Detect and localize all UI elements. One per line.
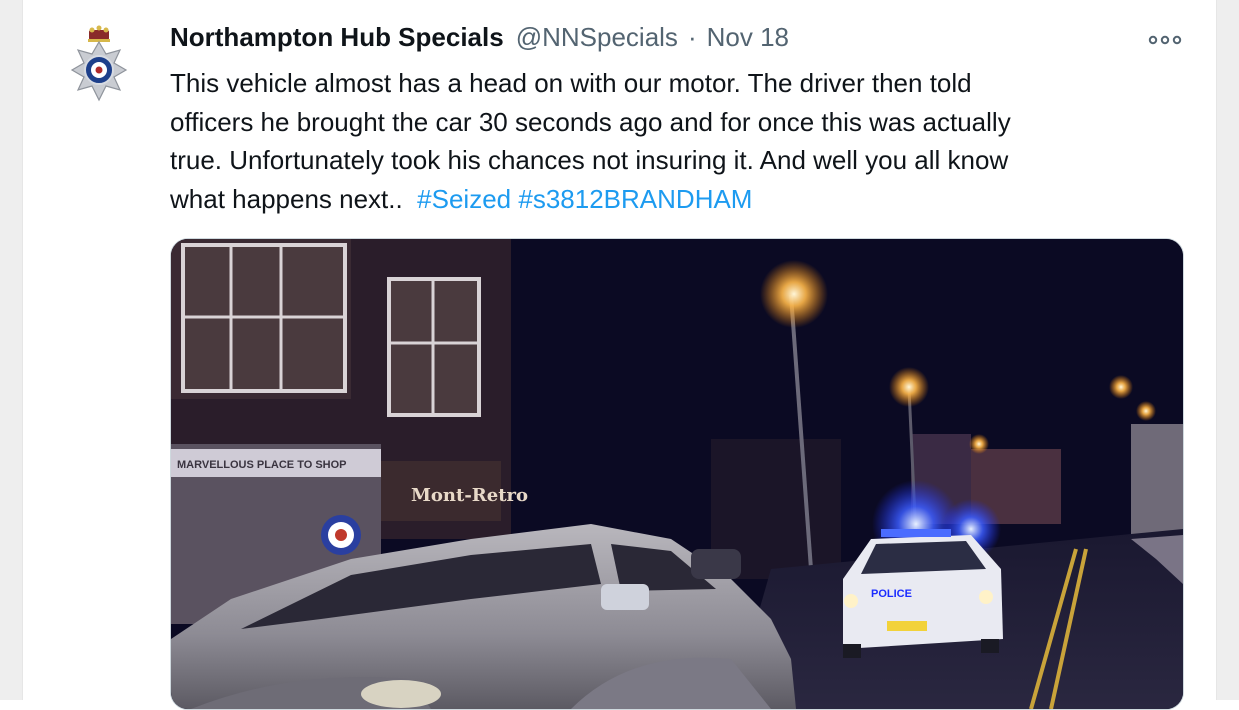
avatar[interactable] [62,24,136,108]
street-light [1136,401,1156,421]
tweet-text-line: true. Unfortunately took his chances not… [170,145,1009,175]
headlight [361,680,441,708]
street-light [889,367,929,407]
police-badge-icon [70,25,128,102]
tweet-text-last-line: what happens next.. #Seized #s3812BRANDH… [170,180,1170,219]
tweet-date[interactable]: Nov 18 [707,22,789,53]
author-handle[interactable]: @NNSpecials [516,22,678,53]
more-options-button[interactable] [1146,30,1184,50]
shop-sign-text: MARVELLOUS PLACE TO SHOP [177,459,347,471]
author-display-name[interactable]: Northampton Hub Specials [170,22,504,53]
hashtag-seized[interactable]: #Seized [417,184,511,214]
building-distant [1131,424,1183,534]
street-light [969,434,989,454]
night-street-photo: MARVELLOUS PLACE TO SHOP Mont-Retro POLI… [171,239,1183,709]
tweet-photo[interactable]: MARVELLOUS PLACE TO SHOP Mont-Retro POLI… [170,238,1184,710]
tweet-header: Northampton Hub Specials @NNSpecials · N… [170,22,789,58]
page-frame-right [1216,0,1239,700]
tweet-text-line: what happens next.. [170,183,403,214]
hashtag-s3812brandham[interactable]: #s3812BRANDHAM [518,184,752,214]
street-light [1109,375,1133,399]
police-text: POLICE [871,588,912,600]
retro-sign-text: Mont-Retro [411,485,528,506]
tweet-text-line: officers he brought the car 30 seconds a… [170,106,1011,137]
page-frame-left [0,0,23,700]
police-car: POLICE [843,529,1003,658]
more-horizontal-icon [1148,35,1182,45]
street-light [760,260,828,328]
parked-car [691,549,741,579]
tweet-text: This vehicle almost has a head on with o… [170,64,1170,218]
wing-mirror [601,584,649,610]
separator-dot: · [687,22,697,52]
tweet-text-line: This vehicle almost has a head on with o… [170,68,972,98]
